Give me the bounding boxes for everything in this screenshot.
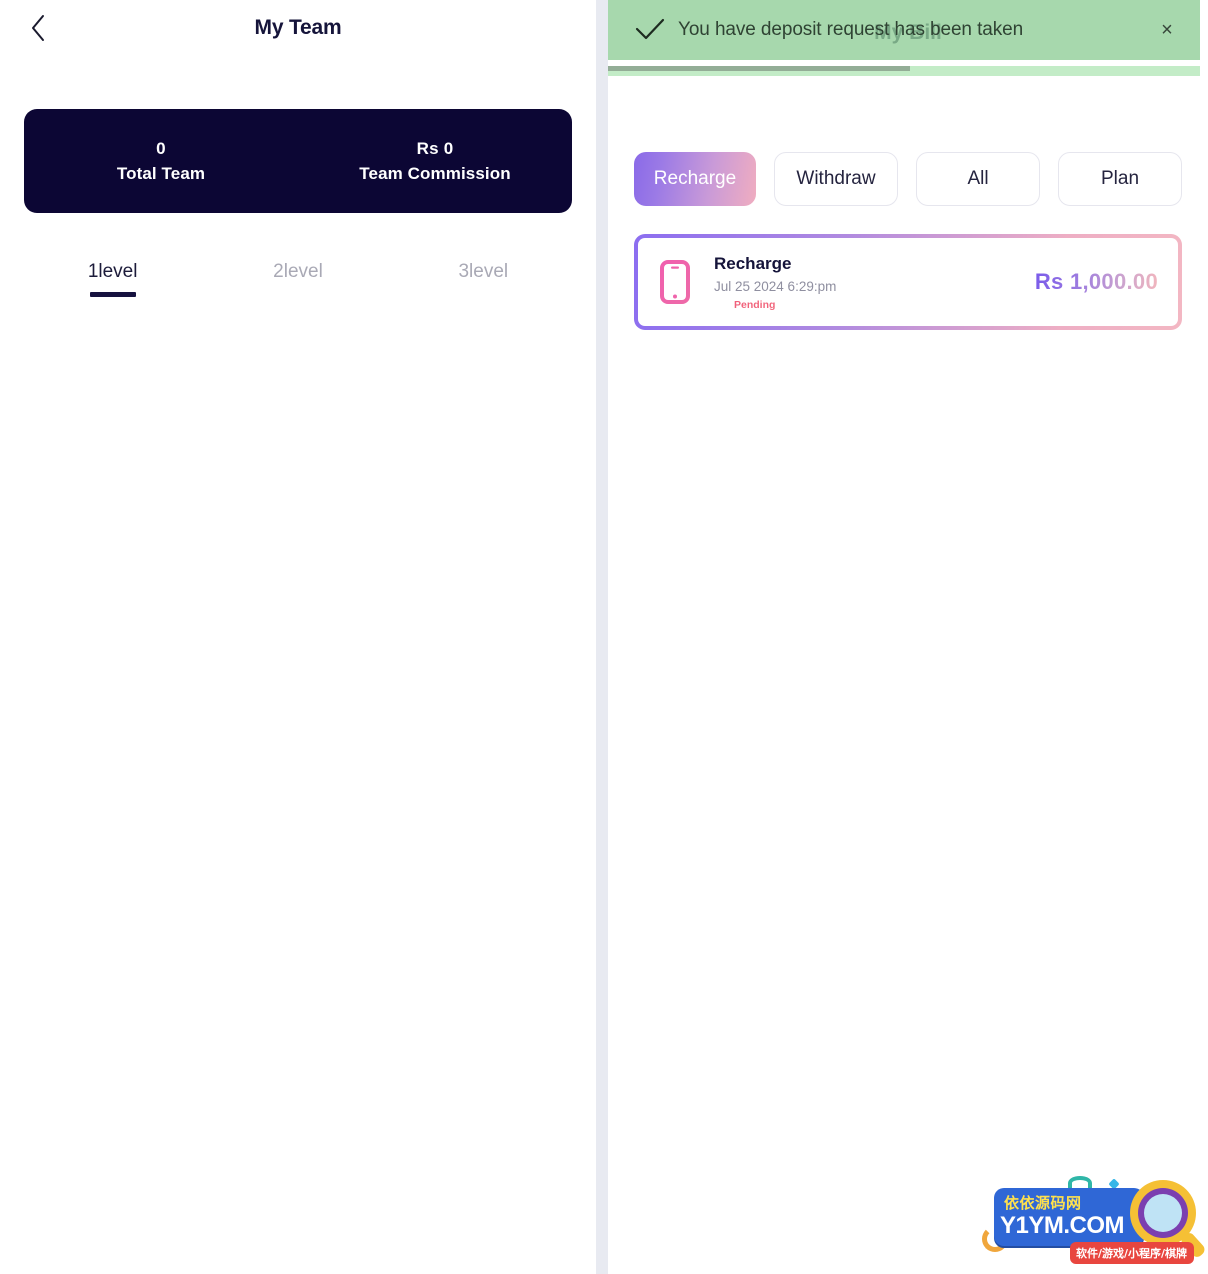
- filter-all-label: All: [967, 168, 989, 189]
- toast-progress-bar: [608, 66, 910, 71]
- status-badge: Pending: [734, 299, 1035, 311]
- tab-2level-label: 2level: [273, 261, 323, 282]
- tab-1level[interactable]: 1level: [20, 261, 205, 301]
- stat-team-commission: Rs 0 Team Commission: [298, 136, 572, 187]
- stat-total-team-label: Total Team: [116, 164, 206, 183]
- watermark-squiggle-icon: [982, 1226, 1008, 1252]
- filter-recharge-label: Recharge: [653, 168, 737, 189]
- panel-divider: [596, 0, 608, 1274]
- watermark-blue-box: [994, 1188, 1144, 1246]
- team-member-list: [0, 301, 596, 341]
- watermark-domain: Y1YM.COM: [1000, 1212, 1125, 1239]
- my-team-panel: My Team 0 Total Team Rs 0 Team Commissio…: [0, 0, 596, 1274]
- stat-total-team-value: 0: [156, 138, 166, 158]
- level-tabs: 1level 2level 3level: [0, 261, 596, 301]
- stat-team-commission-label: Team Commission: [359, 164, 511, 183]
- filter-withdraw-label: Withdraw: [796, 168, 876, 189]
- tab-2level[interactable]: 2level: [205, 261, 390, 301]
- check-icon: [634, 18, 670, 42]
- site-watermark: 依依源码网 Y1YM.COM 软件/游戏/小程序/棋牌: [980, 1174, 1207, 1270]
- watermark-arc-icon: [1068, 1176, 1092, 1190]
- watermark-red-box: [1070, 1242, 1194, 1264]
- toast-progress-track: [608, 66, 1200, 76]
- tab-3level[interactable]: 3level: [391, 261, 576, 301]
- mobile-phone-icon: [660, 260, 704, 304]
- filter-plan-label: Plan: [1100, 168, 1140, 189]
- toast-notification: You have deposit request has been taken …: [608, 0, 1200, 60]
- transaction-row[interactable]: Recharge Jul 25 2024 6:29:pm Pending Rs …: [634, 234, 1182, 330]
- my-team-header: My Team: [0, 0, 596, 55]
- transaction-amount: Rs 1,000.00: [1034, 269, 1158, 294]
- transaction-title: Recharge: [714, 254, 792, 274]
- magnifier-ring: [1138, 1188, 1188, 1238]
- stat-team-commission-value: Rs 0: [416, 138, 454, 158]
- watermark-cn-name: 依依源码网: [1004, 1194, 1082, 1212]
- transaction-date: Jul 25 2024 6:29:pm: [714, 279, 837, 295]
- close-icon[interactable]: ×: [1154, 20, 1180, 40]
- team-stats-card: 0 Total Team Rs 0 Team Commission: [24, 109, 572, 213]
- stat-total-team: 0 Total Team: [24, 136, 298, 187]
- filter-recharge[interactable]: Recharge: [634, 152, 756, 206]
- bill-filter-row: Recharge Withdraw All Plan: [608, 152, 1208, 206]
- app-screen: My Team 0 Total Team Rs 0 Team Commissio…: [0, 0, 1208, 1274]
- toast-message: You have deposit request has been taken: [678, 19, 1024, 40]
- transaction-row-inner: Recharge Jul 25 2024 6:29:pm Pending Rs …: [638, 238, 1178, 326]
- magnifier-lens: [1144, 1194, 1182, 1232]
- magnifier-icon: [1130, 1180, 1196, 1246]
- page-title: My Team: [254, 15, 342, 39]
- filter-withdraw[interactable]: Withdraw: [774, 152, 898, 206]
- back-button[interactable]: [18, 8, 58, 48]
- watermark-tags: 软件/游戏/小程序/棋牌: [1076, 1247, 1188, 1260]
- tab-3level-label: 3level: [458, 261, 509, 282]
- transaction-details: Recharge Jul 25 2024 6:29:pm Pending: [714, 253, 1035, 311]
- tab-1level-label: 1level: [87, 261, 138, 282]
- watermark-sparkle-icon: [1108, 1178, 1120, 1190]
- transaction-list: Recharge Jul 25 2024 6:29:pm Pending Rs …: [608, 234, 1208, 330]
- chevron-left-icon: [30, 14, 46, 42]
- my-bill-panel: My Bill You have deposit request has bee…: [608, 0, 1208, 1274]
- filter-all[interactable]: All: [916, 152, 1040, 206]
- filter-plan[interactable]: Plan: [1058, 152, 1182, 206]
- tab-active-underline: [89, 292, 136, 297]
- magnifier-handle: [1179, 1230, 1207, 1260]
